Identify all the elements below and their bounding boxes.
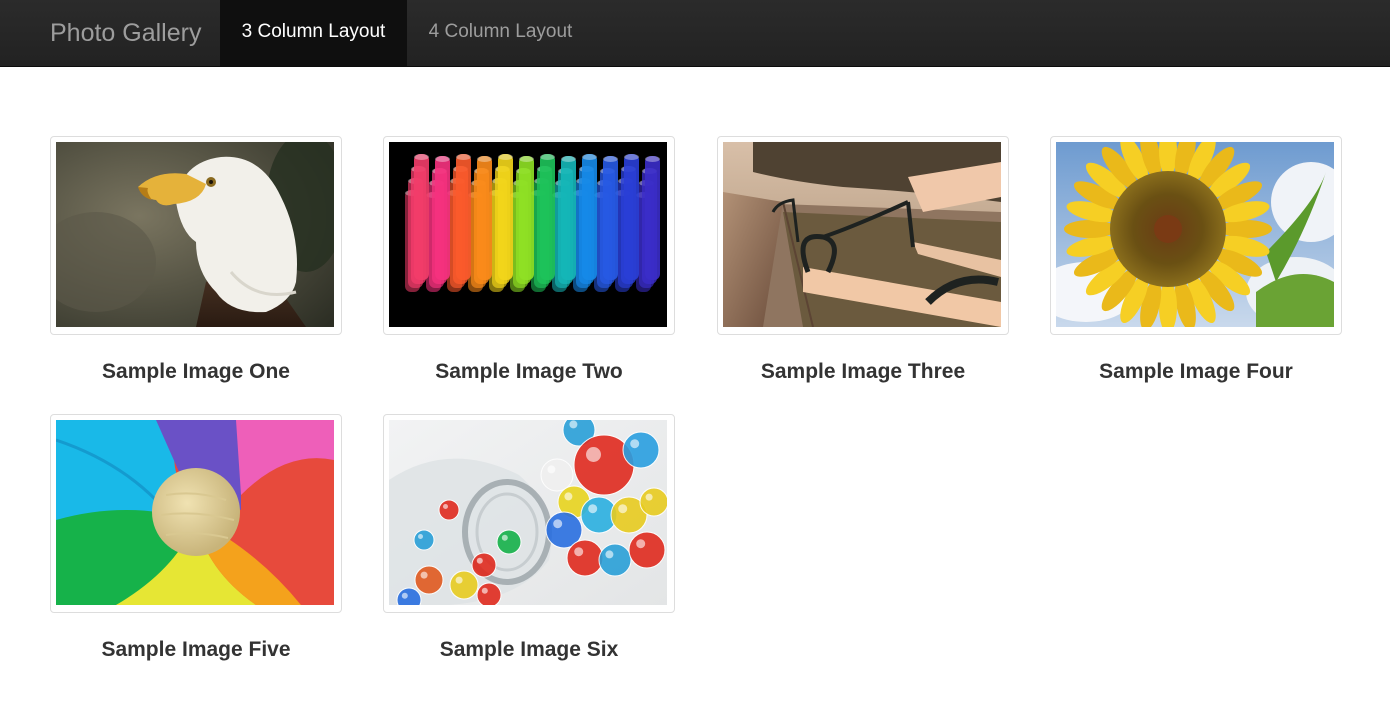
- gallery-caption-5: Sample Image Five: [101, 638, 291, 661]
- nav-4-column-layout[interactable]: 4 Column Layout: [407, 0, 594, 66]
- glass-marbles-photo: [389, 420, 667, 605]
- colorful-tubes-photo: [389, 142, 667, 327]
- park-bench-photo: [723, 142, 1001, 327]
- gallery-caption-4: Sample Image Four: [1099, 360, 1293, 383]
- gallery-thumbnail-6[interactable]: [383, 414, 675, 613]
- gallery-thumbnail-4[interactable]: [1050, 136, 1342, 335]
- sunflower-photo: [1056, 142, 1334, 327]
- gallery-thumbnail-2[interactable]: [383, 136, 675, 335]
- nav-3-column-layout[interactable]: 3 Column Layout: [220, 0, 407, 66]
- gallery-caption-6: Sample Image Six: [439, 638, 619, 661]
- gallery-caption-1: Sample Image One: [102, 360, 290, 383]
- gallery-thumbnail-3[interactable]: [717, 136, 1009, 335]
- gallery-caption-2: Sample Image Two: [435, 360, 623, 383]
- gallery-thumbnail-1[interactable]: [50, 136, 342, 335]
- gallery-caption-3: Sample Image Three: [760, 360, 966, 383]
- gallery-thumbnail-5[interactable]: [50, 414, 342, 613]
- bald-eagle-photo: [56, 142, 334, 327]
- brand-link[interactable]: Photo Gallery: [50, 0, 201, 66]
- navbar: Photo Gallery 3 Column Layout 4 Column L…: [0, 0, 1390, 67]
- pinwheel-photo: [56, 420, 334, 605]
